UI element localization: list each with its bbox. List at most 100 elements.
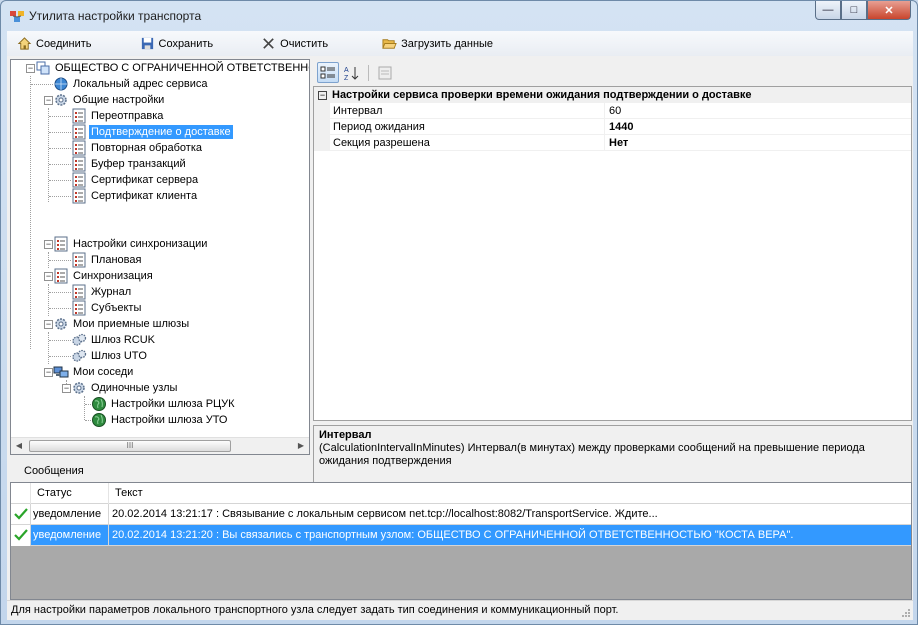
tree-node-single-nodes[interactable]: Одиночные узлы <box>71 380 179 396</box>
property-list-icon <box>72 300 86 316</box>
tree-node-gw-settings-rcuk[interactable]: Настройки шлюза РЦУК <box>91 396 237 412</box>
tree-node-subjects[interactable]: Субъекты <box>71 300 143 316</box>
property-value[interactable]: 1440 <box>605 119 911 135</box>
tree-node-label: Общие настройки <box>73 94 165 106</box>
tree-horizontal-scrollbar[interactable]: ◀ III ▶ <box>11 437 309 454</box>
messages-grid[interactable]: Статус Текст уведомление 20.02.2014 13:2… <box>10 482 912 600</box>
tree-node-reprocess[interactable]: Повторная обработка <box>71 140 204 156</box>
property-name: Секция разрешена <box>330 135 605 151</box>
tree-node-scheduled[interactable]: Плановая <box>71 252 143 268</box>
scroll-right-arrow-icon[interactable]: ▶ <box>295 440 307 452</box>
categorized-icon <box>320 66 335 78</box>
tree-node-tx-buffer[interactable]: Буфер транзакций <box>71 156 188 172</box>
tree-node-neighbors[interactable]: Мои соседи <box>53 364 135 380</box>
property-list-icon <box>54 268 68 284</box>
gears-icon <box>72 333 87 346</box>
tree-node-label: Плановая <box>91 254 142 266</box>
tree-node-local-address[interactable]: Локальный адрес сервиса <box>53 76 210 92</box>
tree-node-label: Настройки шлюза РЦУК <box>111 398 235 410</box>
tree-node-client-cert[interactable]: Сертификат клиента <box>71 188 199 204</box>
clear-button[interactable]: Очистить <box>257 34 332 53</box>
property-category[interactable]: − Настройки сервиса проверки времени ожи… <box>314 87 911 103</box>
property-row[interactable]: Период ожидания 1440 <box>314 119 911 135</box>
property-value[interactable]: 60 <box>605 103 911 119</box>
alphabetical-button[interactable]: AZ <box>340 62 362 83</box>
single-nodes-collapse-toggle[interactable]: − <box>62 384 71 393</box>
property-row[interactable]: Секция разрешена Нет <box>314 135 911 151</box>
tree-node-label: Мои соседи <box>73 366 134 378</box>
property-list-icon <box>72 124 86 140</box>
tree-node-server-cert[interactable]: Сертификат сервера <box>71 172 200 188</box>
clear-icon <box>263 38 274 49</box>
property-pages-button[interactable] <box>374 62 396 83</box>
tree-node-delivery-confirm[interactable]: Подтверждение о доставке <box>71 124 233 140</box>
scroll-thumb[interactable]: III <box>29 440 231 452</box>
property-grid[interactable]: − Настройки сервиса проверки времени ожи… <box>313 86 912 421</box>
connect-button[interactable]: Соединить <box>13 34 96 53</box>
tree-node-journal[interactable]: Журнал <box>71 284 133 300</box>
root-collapse-toggle[interactable]: − <box>26 64 35 73</box>
load-data-button[interactable]: Загрузить данные <box>378 34 497 53</box>
property-list-icon <box>72 188 86 204</box>
network-globe-icon <box>54 77 68 91</box>
tree-node-gateways[interactable]: Мои приемные шлюзы <box>53 316 191 332</box>
settings-tree[interactable]: − ОБЩЕСТВО С ОГРАНИЧЕННОЙ ОТВЕТСТВЕННОСТ… <box>10 59 310 455</box>
scroll-left-arrow-icon[interactable]: ◀ <box>13 440 25 452</box>
property-list-icon <box>72 140 86 156</box>
property-list-icon <box>72 284 86 300</box>
category-collapse-toggle[interactable]: − <box>318 90 327 100</box>
title-bar[interactable]: Утилита настройки транспорта — □ ✕ <box>1 1 917 31</box>
close-button[interactable]: ✕ <box>867 1 911 20</box>
message-row[interactable]: уведомление 20.02.2014 13:21:17 : Связыв… <box>11 503 911 525</box>
sync-collapse-toggle[interactable]: − <box>44 272 53 281</box>
tree-node-label: Настройки шлюза УТО <box>111 414 228 426</box>
tree-node-gw-settings-uto[interactable]: Настройки шлюза УТО <box>91 412 229 428</box>
property-value[interactable]: Нет <box>605 135 911 151</box>
tree-node-label: Шлюз UTO <box>91 350 147 362</box>
property-row[interactable]: Интервал 60 <box>314 103 911 119</box>
property-name: Период ожидания <box>330 119 605 135</box>
clear-label: Очистить <box>280 37 329 50</box>
save-icon <box>141 37 153 50</box>
tree-node-label: Повторная обработка <box>91 142 203 154</box>
svg-text:Z: Z <box>344 75 349 81</box>
column-header-text[interactable]: Текст <box>109 483 911 504</box>
gears-icon <box>55 318 67 330</box>
category-label: Настройки сервиса проверки времени ожида… <box>332 89 752 101</box>
tree-node-label: Синхронизация <box>73 270 153 282</box>
column-header-status[interactable]: Статус <box>31 483 109 504</box>
property-pages-icon <box>378 66 392 79</box>
property-description: Интервал (CalculationIntervalInMinutes) … <box>313 425 912 483</box>
property-name: Интервал <box>330 103 605 119</box>
general-collapse-toggle[interactable]: − <box>44 96 53 105</box>
maximize-button[interactable]: □ <box>841 1 867 20</box>
resize-grip-icon[interactable] <box>901 608 911 618</box>
save-button[interactable]: Сохранить <box>136 34 218 53</box>
tree-node-root[interactable]: ОБЩЕСТВО С ОГРАНИЧЕННОЙ ОТВЕТСТВЕННОСТЬЮ <box>35 60 309 76</box>
property-list-icon <box>72 156 86 172</box>
window-title: Утилита настройки транспорта <box>29 9 202 23</box>
tree-node-label: Сертификат сервера <box>91 174 199 186</box>
load-data-label: Загрузить данные <box>401 37 494 50</box>
status-bar: Для настройки параметров локального тран… <box>7 600 913 620</box>
save-label: Сохранить <box>158 37 214 50</box>
sync-settings-collapse-toggle[interactable]: − <box>44 240 53 249</box>
tree-node-sync-settings[interactable]: Настройки синхронизации <box>53 236 209 252</box>
tree-node-gw-uto[interactable]: Шлюз UTO <box>71 348 149 364</box>
gears-icon <box>72 349 87 362</box>
tree-node-label: ОБЩЕСТВО С ОГРАНИЧЕННОЙ ОТВЕТСТВЕННОСТЬЮ <box>55 62 309 74</box>
neighbors-collapse-toggle[interactable]: − <box>44 368 53 377</box>
tree-node-gw-rcuk[interactable]: Шлюз RCUK <box>71 332 157 348</box>
gears-icon <box>55 94 67 106</box>
minimize-button[interactable]: — <box>815 1 841 20</box>
sort-az-icon: AZ <box>344 66 359 81</box>
tree-node-general[interactable]: Общие настройки <box>53 92 166 108</box>
description-title: Интервал <box>319 429 372 441</box>
tree-node-sync[interactable]: Синхронизация <box>53 268 155 284</box>
tree-node-label: Настройки синхронизации <box>73 238 208 250</box>
tree-node-label: Шлюз RCUK <box>91 334 156 346</box>
gateways-collapse-toggle[interactable]: − <box>44 320 53 329</box>
message-row-selected[interactable]: уведомление 20.02.2014 13:21:20 : Вы свя… <box>11 524 911 546</box>
tree-node-resend[interactable]: Переотправка <box>71 108 165 124</box>
categorized-button[interactable] <box>317 62 339 83</box>
